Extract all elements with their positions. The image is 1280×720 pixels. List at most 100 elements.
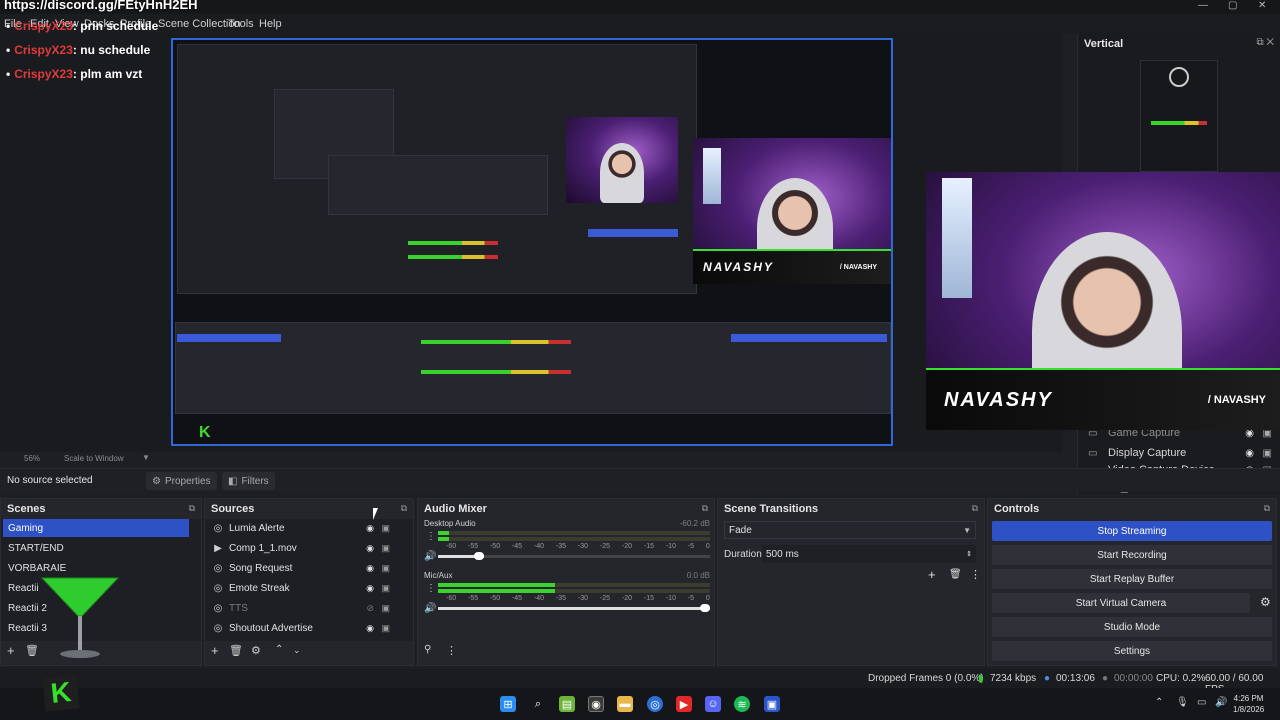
youtube-icon[interactable]: ▶ [676, 696, 692, 712]
nested-person [600, 143, 644, 203]
browser-icon[interactable]: ▣ [764, 696, 780, 712]
channel-name: Desktop Audio [424, 519, 476, 528]
more-icon[interactable]: ⋮ [426, 531, 436, 542]
minimize-button[interactable]: — [1198, 0, 1208, 11]
more-icon[interactable]: ⋮ [446, 644, 457, 657]
start-recording-button[interactable]: Start Recording [992, 545, 1272, 565]
window-light [703, 148, 721, 204]
source-item-song-request[interactable]: ◎ Song Request ◉ ▣ [207, 559, 402, 577]
nested-panel [328, 155, 548, 215]
audio-mixer-dock: Audio Mixer ⧉ Desktop Audio -60.2 dB ⋮ -… [417, 498, 715, 666]
trash-icon[interactable]: 🗑 [949, 569, 962, 580]
chat-line: • CrispyX23: prin schedule [6, 19, 159, 33]
chrome-icon[interactable]: ◎ [647, 696, 663, 712]
speaker-icon[interactable]: 🔊 [424, 603, 436, 614]
tick-label: -25 [599, 543, 611, 550]
scene-item-start-end[interactable]: START/END [3, 539, 189, 557]
app-icon[interactable]: ▤ [559, 696, 575, 712]
tick-label: -25 [599, 595, 611, 602]
nested-meter [421, 340, 571, 344]
vertical-canvas[interactable] [1140, 60, 1218, 172]
gear-icon[interactable]: ⚙ [251, 644, 261, 657]
tick-label: 0 [705, 595, 710, 602]
mouse-cursor [373, 508, 378, 520]
spotify-icon[interactable]: ≋ [734, 696, 750, 712]
level-fill [438, 583, 555, 587]
search-icon[interactable]: ⌕ [530, 696, 546, 712]
mic-icon[interactable]: 🎙 [1176, 697, 1189, 708]
folder-icon[interactable]: ▬ [617, 696, 633, 712]
volume-icon[interactable]: 🔊 [1215, 697, 1227, 708]
stop-streaming-button[interactable]: Stop Streaming [992, 521, 1272, 541]
add-icon[interactable]: + [7, 643, 15, 658]
properties-button[interactable]: ⚙ Properties [146, 472, 217, 490]
tick-label: -15 [643, 543, 654, 550]
mixer-toolbar: ⚲ ⋮ [418, 641, 714, 665]
source-item-shoutout[interactable]: ◎ Shoutout Advertise ◉ ▣ [207, 619, 402, 637]
chevron-up-icon[interactable]: ⌃ [1155, 697, 1163, 708]
maximize-button[interactable]: ▢ [1228, 0, 1237, 11]
channel-db: -60.2 dB [679, 519, 710, 528]
more-icon[interactable]: ⋮ [426, 583, 436, 594]
obs-icon[interactable]: ◉ [588, 696, 604, 712]
source-toolbar: No source selected ⚙ Properties ◧ Filters [0, 468, 1280, 492]
chat-user: CrispyX23 [14, 43, 73, 57]
source-item-comp[interactable]: ▶ Comp 1_1.mov ◉ ▣ [207, 539, 402, 557]
studio-mode-button[interactable]: Studio Mode [992, 617, 1272, 637]
nested-meter [408, 255, 498, 259]
chat-user: CrispyX23 [14, 19, 73, 33]
cpu-usage: CPU: 0.2% [1156, 673, 1206, 684]
dock-controls-icon[interactable]: ⧉ ✕ [1256, 37, 1274, 48]
undock-icon[interactable]: ⧉ [1264, 503, 1270, 514]
tick-label: -5 [687, 595, 695, 602]
scale-mode[interactable]: Scale to Window [64, 454, 124, 463]
vertical-source-item[interactable]: ▭ Display Capture ◉ ▣ [1088, 444, 1276, 462]
trash-icon[interactable]: 🗑 [25, 644, 39, 657]
clock-time: 4:26 PM [1233, 694, 1264, 703]
add-icon[interactable]: + [211, 643, 219, 658]
close-button[interactable]: ✕ [1258, 0, 1266, 11]
trash-icon[interactable]: 🗑 [229, 644, 243, 657]
tick-label: -30 [577, 543, 589, 550]
scene-item-gaming[interactable]: Gaming [3, 519, 189, 537]
volume-slider[interactable] [438, 552, 710, 560]
filters-button[interactable]: ◧ Filters [222, 472, 275, 490]
network-icon[interactable]: ▭ [1197, 697, 1206, 708]
lock-icon: ▣ [381, 542, 390, 553]
undock-icon[interactable]: ⧉ [702, 503, 708, 514]
link-icon[interactable]: ⚲ [424, 644, 431, 655]
source-item-lumia-alerte[interactable]: ◎ Lumia Alerte ◉ ▣ [207, 519, 402, 537]
source-item-emote-streak[interactable]: ◎ Emote Streak ◉ ▣ [207, 579, 402, 597]
vertical-meter [1151, 121, 1207, 125]
menu-help[interactable]: Help [259, 18, 282, 30]
menu-tools[interactable]: Tools [228, 18, 254, 30]
start-virtual-camera-button[interactable]: Start Virtual Camera [992, 593, 1250, 613]
chevron-up-icon[interactable]: ⌃ [275, 644, 283, 655]
chevron-down-icon[interactable]: ⌄ [293, 645, 301, 656]
main-canvas[interactable]: NAVASHY / NAVASHY K [171, 38, 893, 446]
live-icon: ● [1044, 673, 1051, 684]
clock-date: 1/8/2026 [1233, 705, 1265, 714]
settings-button[interactable]: Settings [992, 641, 1272, 661]
undock-icon[interactable]: ⧉ [972, 503, 978, 514]
more-icon[interactable]: ⋮ [970, 568, 981, 581]
volume-slider[interactable] [438, 604, 710, 612]
gear-icon[interactable]: ⚙ [1260, 595, 1271, 609]
duration-input[interactable]: 500 ms ⇕ [762, 545, 976, 563]
add-icon[interactable]: + [928, 567, 936, 582]
transition-select[interactable]: Fade ▼ [724, 521, 976, 539]
zoom-row: 56% Scale to Window ▼ [0, 452, 1062, 464]
chevron-down-icon[interactable]: ▼ [142, 453, 150, 462]
discord-icon[interactable]: ☺ [705, 696, 721, 712]
start-replay-buffer-button[interactable]: Start Replay Buffer [992, 569, 1272, 589]
zoom-level[interactable]: 56% [24, 454, 40, 463]
eye-icon: ◉ [366, 562, 374, 573]
windows-start-icon[interactable]: ⊞ [500, 696, 516, 712]
tick-label: -55 [467, 543, 479, 550]
undock-icon[interactable]: ⧉ [189, 503, 195, 514]
clock[interactable]: 4:26 PM 1/8/2026 [1233, 693, 1264, 715]
undock-icon[interactable]: ⧉ [401, 503, 407, 514]
source-item-tts[interactable]: ◎ TTS ⊘ ▣ [207, 599, 402, 617]
chat-message: : prin schedule [72, 19, 159, 33]
speaker-icon[interactable]: 🔊 [424, 551, 436, 562]
